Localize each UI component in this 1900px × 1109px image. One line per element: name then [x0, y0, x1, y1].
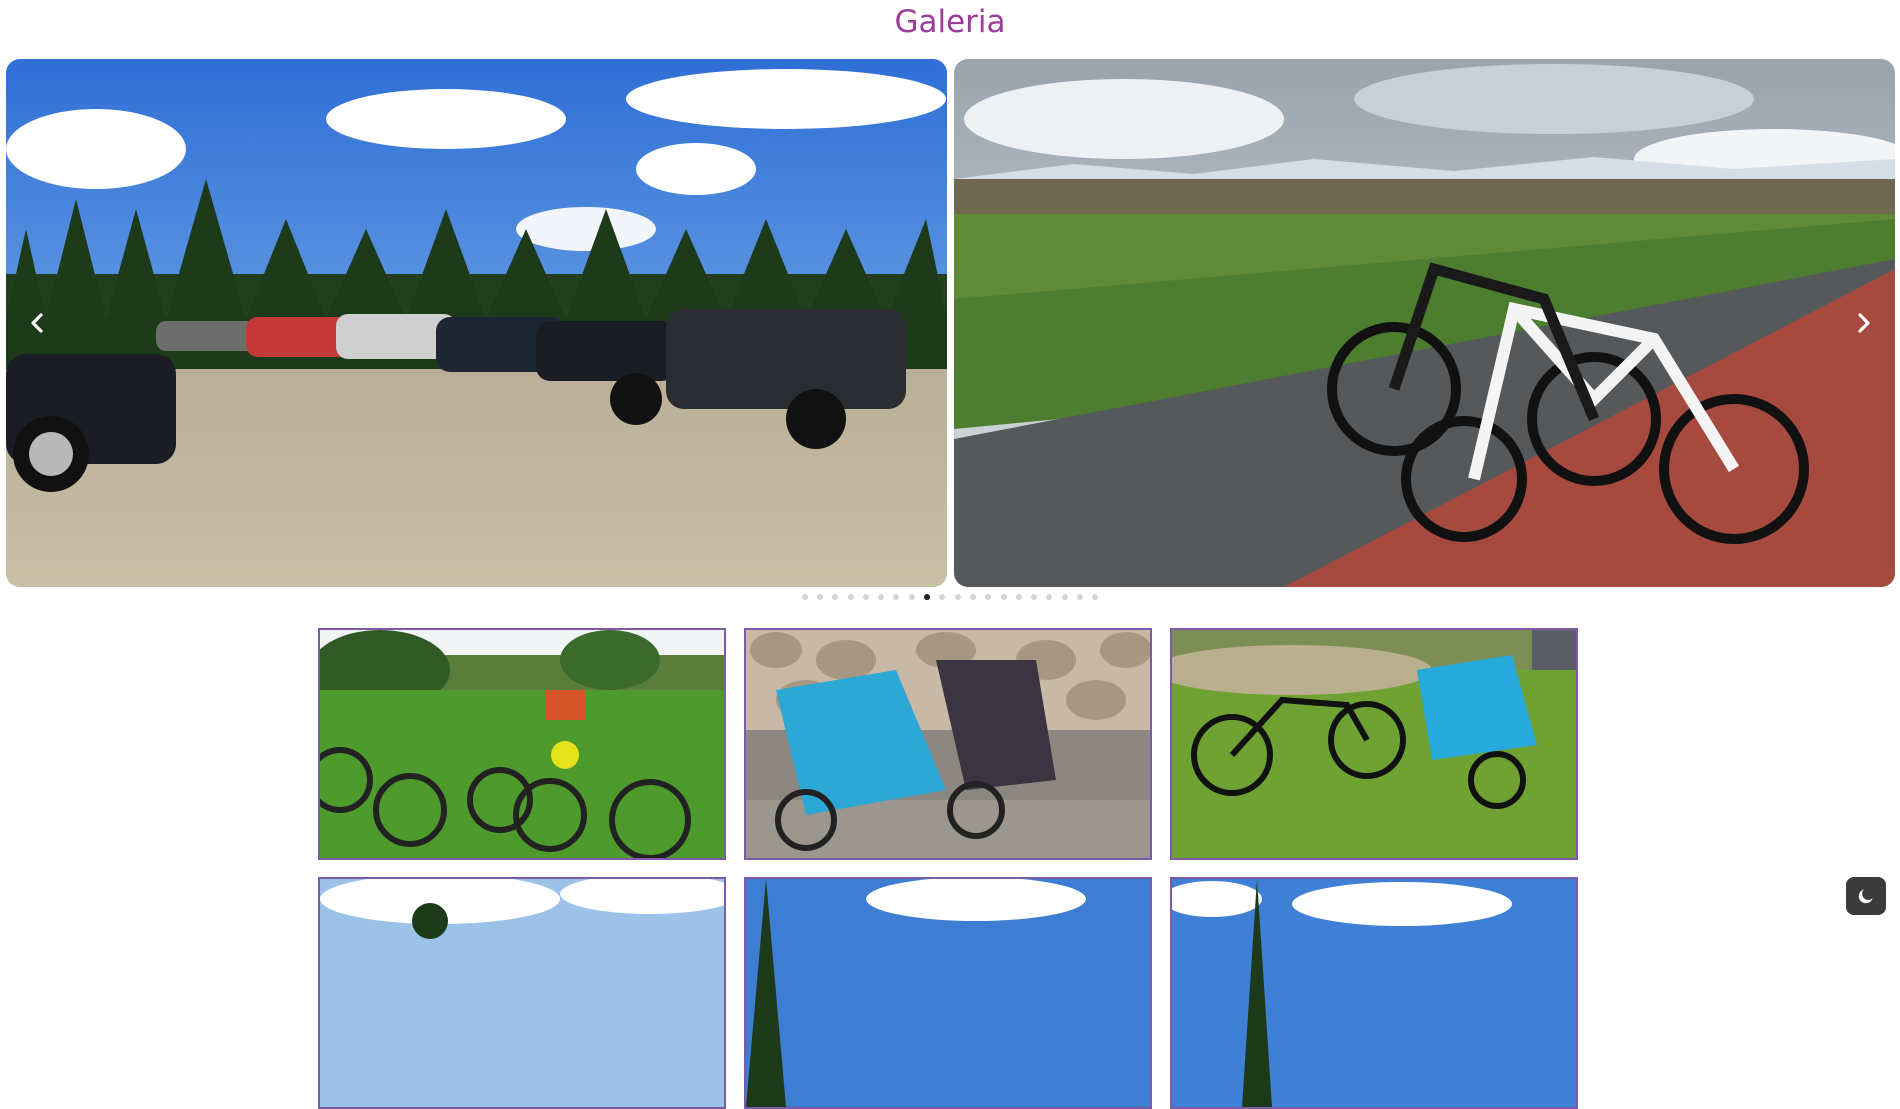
carousel-dot[interactable]: [1061, 594, 1068, 600]
sky-trees-photo: [320, 879, 724, 1107]
parking-lot-photo: [6, 59, 947, 587]
carousel-next-button[interactable]: [1843, 303, 1883, 343]
carousel-dot[interactable]: [847, 594, 854, 600]
carousel-dot[interactable]: [801, 594, 808, 600]
carousel-dot[interactable]: [924, 594, 931, 600]
chevron-right-icon: [1858, 313, 1870, 333]
gallery-thumbnail[interactable]: [1170, 877, 1578, 1109]
carousel-dot[interactable]: [1031, 594, 1038, 600]
gallery-thumbnail[interactable]: [744, 628, 1152, 860]
carousel-dot[interactable]: [862, 594, 869, 600]
carousel-pagination: [0, 594, 1900, 600]
carousel-dot[interactable]: [908, 594, 915, 600]
bike-trailers-photo: [746, 630, 1150, 858]
moon-icon: [1858, 889, 1873, 904]
page-title: Galeria: [894, 4, 1006, 40]
carousel-slide-bicycles[interactable]: [954, 59, 1895, 587]
carousel-dot[interactable]: [954, 594, 961, 600]
carousel-dot[interactable]: [878, 594, 885, 600]
carousel-dot[interactable]: [816, 594, 823, 600]
carousel-dot[interactable]: [1015, 594, 1022, 600]
carousel-dot[interactable]: [893, 594, 900, 600]
carousel-dot[interactable]: [1046, 594, 1053, 600]
gallery-thumbnail[interactable]: [1170, 628, 1578, 860]
carousel-dot[interactable]: [969, 594, 976, 600]
gallery-carousel[interactable]: [6, 59, 1895, 587]
bicycles-path-photo: [954, 59, 1895, 587]
carousel-dot[interactable]: [985, 594, 992, 600]
carousel-dot[interactable]: [1092, 594, 1099, 600]
gallery-thumbnail[interactable]: [744, 877, 1152, 1109]
carousel-prev-button[interactable]: [18, 303, 58, 343]
sky-trees-photo: [1172, 879, 1576, 1107]
gallery-thumbnail[interactable]: [318, 628, 726, 860]
carousel-dot[interactable]: [832, 594, 839, 600]
chevron-left-icon: [31, 313, 43, 333]
bike-with-trailer-photo: [1172, 630, 1576, 858]
bikes-on-grass-photo: [320, 630, 724, 858]
dark-mode-toggle[interactable]: [1846, 877, 1886, 915]
carousel-dot[interactable]: [1077, 594, 1084, 600]
sky-trees-photo: [746, 879, 1150, 1107]
carousel-slide-parking[interactable]: [6, 59, 947, 587]
carousel-dot[interactable]: [939, 594, 946, 600]
carousel-dot[interactable]: [1000, 594, 1007, 600]
gallery-thumbnail[interactable]: [318, 877, 726, 1109]
